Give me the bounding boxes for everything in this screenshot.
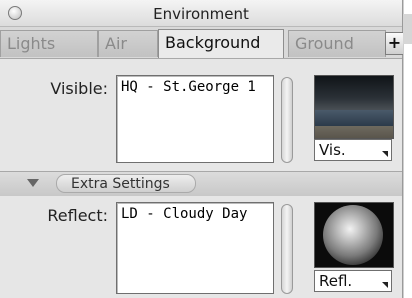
extra-settings-toggle[interactable]: Extra Settings — [56, 174, 196, 193]
reflect-popup-label: Refl. — [319, 272, 353, 290]
visible-preview-horizon — [315, 110, 393, 126]
visible-text-field[interactable]: HQ - St.George 1 — [116, 75, 274, 163]
tab-background[interactable]: Background — [158, 29, 284, 58]
environment-window: Environment Lights Air Background Ground… — [0, 0, 404, 298]
window-title: Environment — [153, 5, 249, 23]
extra-settings-bar[interactable]: Extra Settings — [0, 171, 402, 197]
dropdown-arrow-icon — [382, 282, 388, 288]
reflect-label: Reflect: — [47, 206, 108, 225]
visible-preview-image — [314, 75, 394, 139]
tab-lights[interactable]: Lights — [0, 30, 98, 57]
tab-bar: Lights Air Background Ground + — [0, 27, 404, 59]
reflect-popup-button[interactable]: Refl. — [314, 270, 392, 292]
disclosure-triangle-icon[interactable] — [27, 179, 39, 187]
visible-label: Visible: — [50, 79, 108, 98]
reflect-text-field[interactable]: LD - Cloudy Day — [116, 202, 274, 294]
outer-tab-marker — [403, 14, 412, 44]
visible-panel: Visible: HQ - St.George 1 Vis. — [0, 59, 402, 171]
dropdown-arrow-icon — [382, 151, 388, 157]
reflect-sphere-icon — [323, 205, 383, 265]
reflect-scrollbar[interactable] — [281, 204, 293, 294]
visible-popup-label: Vis. — [319, 141, 346, 159]
tab-air[interactable]: Air — [98, 30, 158, 57]
add-tab-button[interactable]: + — [385, 32, 404, 55]
title-bar[interactable]: Environment — [0, 0, 402, 27]
visible-scrollbar[interactable] — [281, 77, 293, 163]
visible-preview-ground — [315, 126, 393, 138]
tab-ground[interactable]: Ground — [288, 30, 386, 57]
visible-popup-button[interactable]: Vis. — [314, 139, 392, 161]
outer-margin — [403, 0, 412, 298]
reflect-preview-image — [314, 202, 394, 268]
reflect-panel: Reflect: LD - Cloudy Day Refl. — [0, 196, 402, 298]
